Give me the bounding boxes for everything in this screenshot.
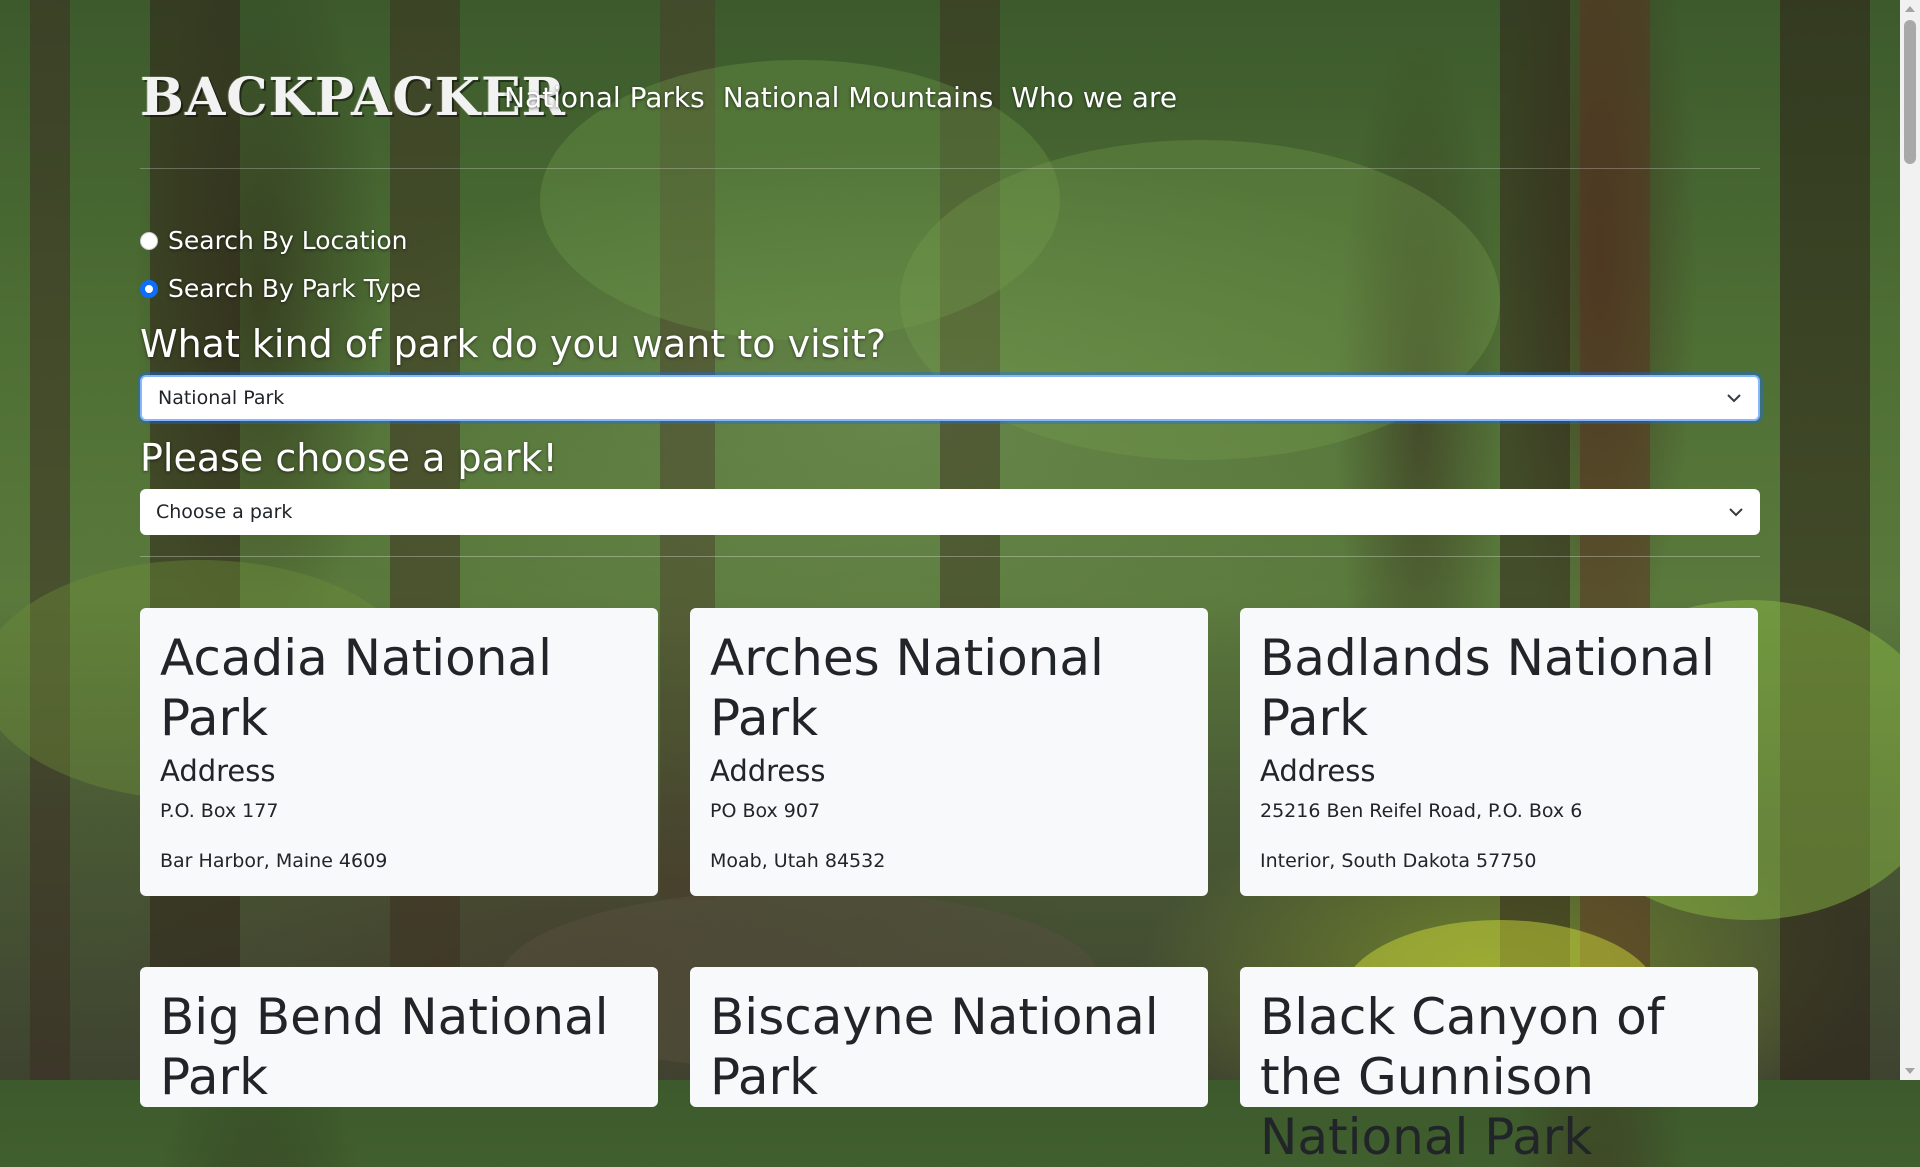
park-card[interactable]: Black Canyon of the Gunnison National Pa… bbox=[1240, 967, 1758, 1166]
navbar: BACKPACKER National Parks National Mount… bbox=[140, 62, 1760, 132]
search-by-location-radio[interactable] bbox=[140, 231, 158, 250]
park-card-address-heading: Address bbox=[160, 754, 276, 788]
park-card-address-line2: Moab, Utah 84532 bbox=[710, 850, 886, 872]
brand-logo[interactable]: BACKPACKER bbox=[140, 66, 565, 128]
search-by-location-option[interactable]: Search By Location bbox=[140, 226, 407, 255]
park-card-title: Acadia National Park bbox=[160, 629, 552, 747]
park-card-title: Big Bend National Park bbox=[160, 988, 609, 1106]
park-card-address-line1: 25216 Ben Reifel Road, P.O. Box 6 bbox=[1260, 800, 1583, 822]
search-by-park-type-radio[interactable] bbox=[140, 279, 158, 298]
search-by-park-type-option[interactable]: Search By Park Type bbox=[140, 274, 421, 303]
park-card-title: Arches National Park bbox=[710, 629, 1104, 747]
park-card[interactable]: Acadia National Park Address P.O. Box 17… bbox=[140, 608, 658, 896]
forest-background bbox=[0, 0, 1920, 1080]
park-card-address-line2: Bar Harbor, Maine 4609 bbox=[160, 850, 388, 872]
park-card-address-line1: P.O. Box 177 bbox=[160, 800, 279, 822]
divider bbox=[140, 556, 1760, 557]
park-card-address-heading: Address bbox=[1260, 754, 1376, 788]
park-card-title: Badlands National Park bbox=[1260, 629, 1715, 747]
park-card-address-line1: PO Box 907 bbox=[710, 800, 821, 822]
park-type-select[interactable]: National Park bbox=[140, 375, 1760, 421]
park-question: Please choose a park! bbox=[140, 436, 558, 480]
park-card-title: Biscayne National Park bbox=[710, 988, 1159, 1106]
nav-link-who-we-are[interactable]: Who we are bbox=[1011, 81, 1177, 114]
park-card[interactable]: Biscayne National Park bbox=[690, 967, 1208, 1107]
park-card[interactable]: Badlands National Park Address 25216 Ben… bbox=[1240, 608, 1758, 896]
scroll-down-arrow-icon[interactable] bbox=[1905, 1068, 1915, 1074]
park-select[interactable]: Choose a park bbox=[140, 489, 1760, 535]
search-by-location-label: Search By Location bbox=[168, 226, 408, 255]
chevron-down-icon bbox=[1729, 508, 1743, 517]
search-by-park-type-label: Search By Park Type bbox=[168, 274, 422, 303]
park-card-address-line2: Interior, South Dakota 57750 bbox=[1260, 850, 1537, 872]
scrollbar-thumb[interactable] bbox=[1904, 20, 1916, 164]
nav-link-national-mountains[interactable]: National Mountains bbox=[723, 81, 994, 114]
park-type-question: What kind of park do you want to visit? bbox=[140, 322, 887, 366]
park-card[interactable]: Big Bend National Park bbox=[140, 967, 658, 1107]
chevron-down-icon bbox=[1727, 394, 1741, 403]
park-type-select-value: National Park bbox=[158, 387, 285, 409]
park-card-address-heading: Address bbox=[710, 754, 826, 788]
park-select-value: Choose a park bbox=[156, 501, 293, 523]
nav-link-national-parks[interactable]: National Parks bbox=[504, 81, 705, 114]
scroll-up-arrow-icon[interactable] bbox=[1905, 6, 1915, 12]
park-card-title: Black Canyon of the Gunnison National Pa… bbox=[1260, 988, 1665, 1166]
park-card[interactable]: Arches National Park Address PO Box 907 … bbox=[690, 608, 1208, 896]
divider bbox=[140, 168, 1760, 169]
vertical-scrollbar[interactable] bbox=[1900, 0, 1920, 1080]
